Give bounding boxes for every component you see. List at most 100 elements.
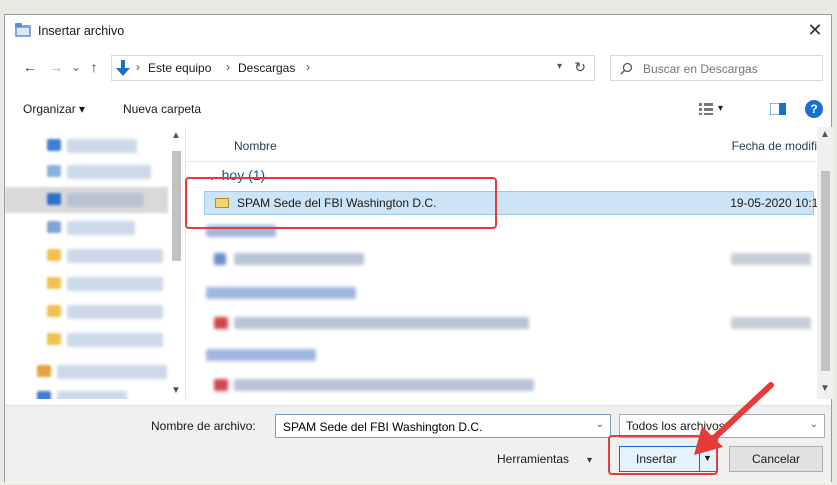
recent-locations-button[interactable]: ⌄ [67, 57, 85, 77]
file-name: SPAM Sede del FBI Washington D.C. [237, 196, 437, 210]
file-type-filter[interactable]: Todos los archivos ⌄ [619, 414, 825, 438]
file-icon-blurred [214, 317, 228, 329]
file-row-blurred[interactable] [234, 253, 364, 265]
view-options-dropdown-icon[interactable]: ▾ [718, 103, 723, 114]
column-header-name[interactable]: Nombre [234, 139, 277, 153]
group-header-blurred[interactable] [206, 287, 356, 299]
header-divider [186, 161, 816, 162]
scroll-up-icon[interactable]: ▲ [820, 129, 830, 140]
group-header-blurred[interactable] [206, 225, 276, 237]
sidebar-icon [47, 305, 61, 317]
back-arrow-icon: ← [23, 59, 37, 75]
dialog-footer: Nombre de archivo: ⌄ Todos los archivos … [5, 405, 831, 484]
sidebar-icon [47, 193, 61, 205]
command-toolbar: Organizar ▾ Nueva carpeta ▾ ? [5, 95, 831, 123]
group-header-today[interactable]: ⌄ hoy (1) [206, 167, 265, 184]
sidebar-item[interactable] [67, 139, 137, 153]
new-folder-button[interactable]: Nueva carpeta [123, 102, 201, 116]
sidebar-icon [47, 333, 61, 345]
email-file-icon [215, 198, 229, 208]
sidebar-icon [37, 391, 51, 399]
file-type-filter-value: Todos los archivos [626, 419, 725, 433]
forward-arrow-icon: → [49, 59, 63, 75]
sidebar-item[interactable] [67, 333, 163, 347]
sidebar-icon [47, 249, 61, 261]
organize-menu[interactable]: Organizar ▾ [23, 102, 85, 116]
file-list-vertical-scrollbar[interactable]: ▲ ▼ [817, 127, 833, 399]
filename-combobox[interactable]: ⌄ [275, 414, 611, 438]
tools-dropdown-icon: ▾ [587, 455, 593, 466]
dialog-body: ▲ ▼ Nombre Fecha de modific ⌄ hoy (1) SP… [5, 127, 833, 414]
scroll-down-icon[interactable]: ▼ [820, 383, 830, 394]
navigation-bar: ← → ⌄ ↑ › Este equipo › Descargas › ▾ ↻ [5, 51, 831, 85]
chevron-down-icon[interactable]: ⌄ [596, 419, 604, 430]
chevron-down-icon: ⌄ [809, 419, 818, 430]
tools-label: Herramientas [497, 452, 570, 466]
insert-label: Insertar [636, 452, 677, 466]
sidebar-item[interactable] [67, 165, 151, 179]
sidebar-icon [47, 221, 61, 233]
sidebar-scroll-thumb[interactable] [172, 151, 181, 261]
view-options-icon[interactable] [699, 103, 713, 115]
insert-file-dialog: Insertar archivo ✕ ← → ⌄ ↑ › Este equipo… [4, 14, 833, 484]
vertical-scroll-thumb[interactable] [821, 171, 830, 371]
group-today-label: hoy (1) [221, 167, 266, 183]
sidebar-item[interactable] [67, 305, 163, 319]
up-button[interactable]: ↑ [85, 57, 103, 77]
group-header-blurred[interactable] [206, 349, 316, 361]
filename-input[interactable] [281, 418, 585, 436]
forward-button[interactable]: → [47, 57, 65, 77]
breadcrumb-descargas[interactable]: Descargas [238, 61, 295, 75]
download-arrow-icon [116, 60, 130, 76]
breadcrumb-separator: › [226, 60, 230, 74]
sidebar-icon [47, 139, 61, 151]
help-button[interactable]: ? [805, 100, 823, 118]
sidebar-item[interactable] [67, 221, 135, 235]
scroll-up-icon[interactable]: ▲ [171, 130, 181, 141]
navigation-pane[interactable]: ▲ ▼ [5, 127, 186, 399]
address-history-dropdown[interactable]: ▾ [557, 61, 562, 72]
file-list[interactable]: Nombre Fecha de modific ⌄ hoy (1) SPAM S… [186, 127, 833, 399]
back-button[interactable]: ← [21, 57, 39, 77]
cancel-button[interactable]: Cancelar [729, 446, 823, 472]
file-date-blurred [731, 253, 811, 265]
sidebar-icon [47, 165, 61, 177]
breadcrumb-separator: › [306, 60, 310, 74]
close-button[interactable]: ✕ [803, 19, 827, 43]
sidebar-item[interactable] [57, 391, 127, 399]
background-caption [0, 0, 837, 14]
filename-label: Nombre de archivo: [151, 419, 256, 433]
scroll-down-icon[interactable]: ▼ [171, 385, 181, 396]
dialog-title: Insertar archivo [38, 24, 125, 38]
title-bar: Insertar archivo ✕ [5, 15, 831, 47]
insert-button[interactable]: Insertar ▼ [619, 446, 717, 472]
file-row-blurred[interactable] [234, 379, 534, 391]
close-icon: ✕ [807, 20, 823, 40]
sidebar-scrollbar[interactable]: ▲ ▼ [168, 130, 184, 398]
preview-pane-icon[interactable] [770, 103, 786, 115]
breadcrumb-este-equipo[interactable]: Este equipo [148, 61, 211, 75]
file-row-selected[interactable]: SPAM Sede del FBI Washington D.C. 19-05-… [204, 191, 825, 215]
sidebar-icon [37, 365, 51, 377]
sidebar-item[interactable] [67, 249, 163, 263]
chevron-down-icon: ⌄ [70, 60, 82, 74]
tools-menu[interactable]: Herramientas ▾ [497, 452, 592, 466]
column-header-date[interactable]: Fecha de modific [732, 139, 823, 153]
folder-icon [15, 23, 31, 37]
chevron-down-icon: ▼ [703, 453, 712, 463]
sidebar-item[interactable] [57, 365, 167, 379]
file-date-blurred [731, 317, 811, 329]
search-box[interactable] [610, 55, 823, 81]
search-icon [620, 62, 633, 75]
refresh-icon[interactable]: ↻ [574, 59, 586, 76]
file-icon-blurred [214, 253, 226, 265]
breadcrumb-separator: › [136, 60, 140, 74]
sidebar-icon [47, 277, 61, 289]
sidebar-item[interactable] [67, 277, 163, 291]
file-date: 19-05-2020 10:17 [730, 196, 825, 210]
search-input[interactable] [641, 59, 815, 79]
file-row-blurred[interactable] [234, 317, 529, 329]
insert-split-dropdown[interactable]: ▼ [699, 447, 716, 471]
sidebar-item[interactable] [67, 193, 143, 207]
address-bar[interactable]: › Este equipo › Descargas › ▾ ↻ [111, 55, 595, 81]
